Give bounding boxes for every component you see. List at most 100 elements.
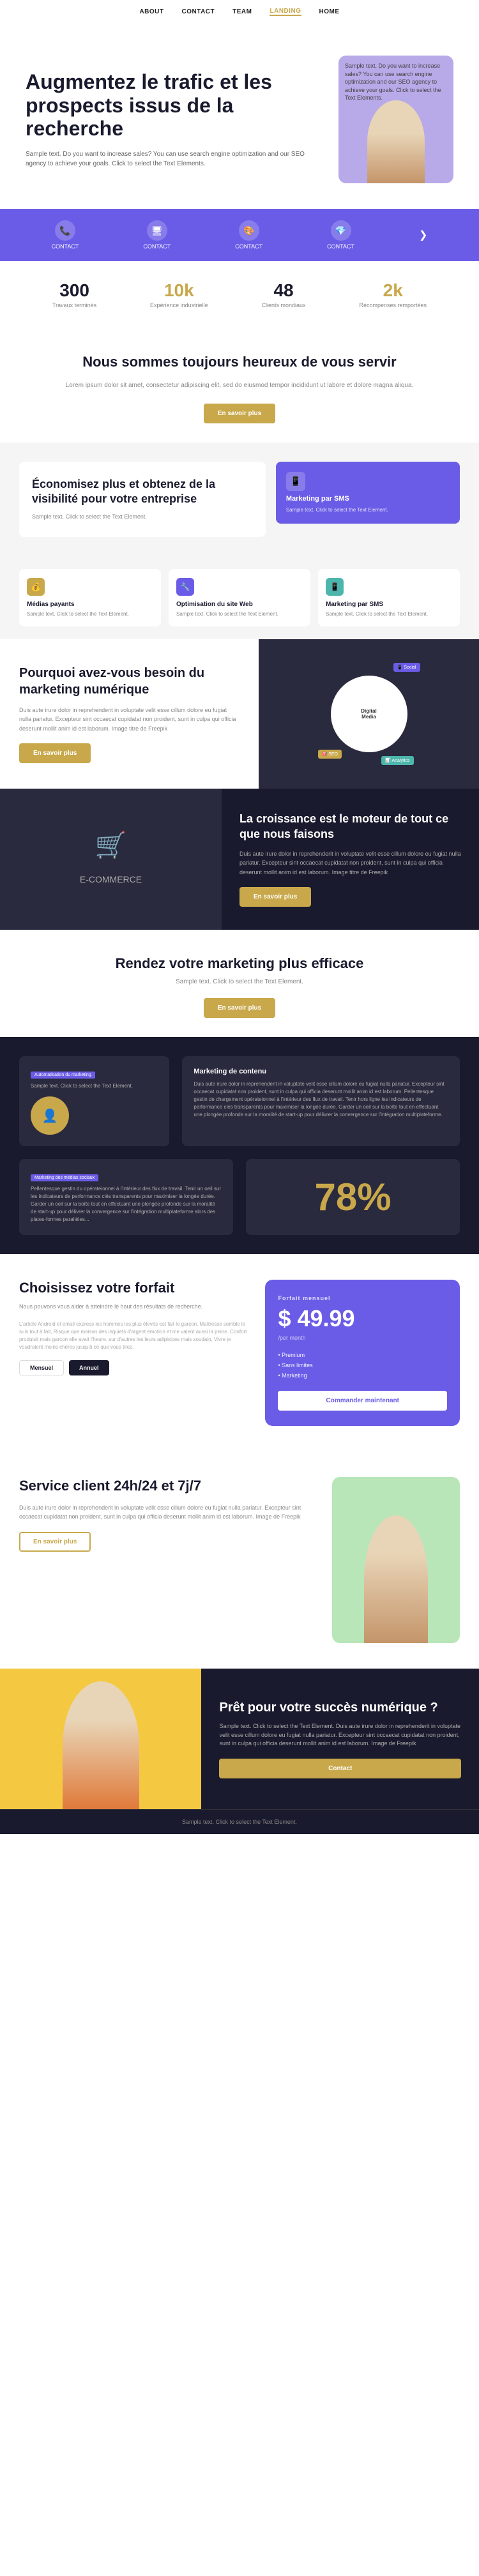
service-btn[interactable]: En savoir plus [19, 1532, 91, 1552]
social-media-card: Marketing des médias sociaux Pellentesqu… [19, 1159, 233, 1235]
dark-row-1: Automatisation du marketing Sample text.… [19, 1056, 460, 1146]
pret-contact-btn[interactable]: Contact [219, 1759, 461, 1778]
dm-badge-2: 🎯 SEO [318, 750, 342, 759]
render-title: Rendez votre marketing plus efficace [51, 955, 428, 972]
strip-label-4: CONTACT [327, 243, 354, 250]
nav-contact[interactable]: CONTACT [182, 8, 215, 15]
strip-icon-2: 🖥 [147, 220, 167, 241]
card-medias-payants: 💰 Médias payants Sample text. Click to s… [19, 569, 161, 626]
card-optimisation: 🔧 Optimisation du site Web Sample text. … [169, 569, 310, 626]
render-section: Rendez votre marketing plus efficace Sam… [0, 930, 479, 1037]
percent-display: 78% [314, 1175, 391, 1219]
toggle-annuel-btn[interactable]: Annuel [69, 1360, 109, 1375]
service-left: Service client 24h/24 et 7j/7 Duis aute … [19, 1477, 319, 1551]
stat-experience-number: 10k [150, 280, 208, 301]
sms-title: Marketing par SMS [286, 495, 450, 503]
footer-text: Sample text. Click to select the Text El… [9, 1819, 470, 1825]
forfait-body: Nous pouvons vous aider à atteindre le h… [19, 1303, 252, 1312]
render-text: Sample text. Click to select the Text El… [51, 978, 428, 985]
forfait-description: L'article Android et email express les h… [19, 1321, 252, 1351]
medias-title: Médias payants [27, 601, 153, 608]
stat-travaux-number: 300 [52, 280, 96, 301]
stat-recompenses: 2k Récompenses remportées [359, 280, 427, 308]
strip-icon-1: 📞 [55, 220, 75, 241]
stat-recompenses-label: Récompenses remportées [359, 302, 427, 308]
automation-text: Sample text. Click to select the Text El… [31, 1082, 158, 1090]
forfait-section: Choisissez votre forfait Nous pouvons vo… [0, 1254, 479, 1451]
service-image [332, 1477, 460, 1643]
strip-item-1: 📞 CONTACT [52, 220, 79, 250]
optimisation-title: Optimisation du site Web [176, 601, 303, 608]
strip-icon-3: 🎨 [239, 220, 259, 241]
pret-image [0, 1669, 201, 1809]
stats-section: 300 Travaux terminés 10k Expérience indu… [0, 261, 479, 328]
strip-label-3: CONTACT [235, 243, 262, 250]
service-content: Service client 24h/24 et 7j/7 Duis aute … [19, 1477, 460, 1643]
feature-strip: 📞 CONTACT 🖥 CONTACT 🎨 CONTACT 💎 CONTACT … [0, 209, 479, 261]
price-card: Forfait mensuel $ 49.99 /per month Premi… [265, 1280, 460, 1426]
why-digital-title: Pourquoi avez-vous besoin du marketing n… [19, 665, 240, 698]
why-digital-body: Duis aute irure dolor in reprehenderit i… [19, 706, 240, 733]
service-section: Service client 24h/24 et 7j/7 Duis aute … [0, 1451, 479, 1669]
service-body: Duis aute irure dolor in reprehenderit i… [19, 1503, 319, 1522]
automation-avatar: 👤 [31, 1096, 69, 1135]
strip-arrow-right[interactable]: ❯ [419, 229, 427, 241]
nav-about[interactable]: ABOUT [139, 8, 163, 15]
why-digital-btn[interactable]: En savoir plus [19, 743, 91, 763]
toggle-row: Mensuel Annuel [19, 1360, 252, 1375]
why-digital-left: Pourquoi avez-vous besoin du marketing n… [0, 639, 259, 789]
marketing-sms-icon: 📱 [326, 578, 344, 596]
card-marketing-sms: 📱 Marketing par SMS Sample text. Click t… [318, 569, 460, 626]
visibilite-section: Économisez plus et obtenez de la visibil… [0, 443, 479, 556]
social-text: Pellentesque gestin du opérateionnel à l… [31, 1185, 222, 1224]
feature-2: Sans limites [278, 1360, 447, 1370]
heureux-btn[interactable]: En savoir plus [204, 404, 275, 423]
stat-clients-number: 48 [262, 280, 306, 301]
strip-item-3: 🎨 CONTACT [235, 220, 262, 250]
visibilite-title: Économisez plus et obtenez de la visibil… [32, 477, 253, 507]
forfait-left: Choisissez votre forfait Nous pouvons vo… [19, 1280, 252, 1426]
hero-section: Augmentez le trafic et les prospects iss… [0, 24, 479, 209]
nav-home[interactable]: HOME [319, 8, 340, 15]
price-features: Premium Sans limites Marketing [278, 1350, 447, 1381]
nav-team[interactable]: TEAM [232, 8, 252, 15]
toggle-mensuel-btn[interactable]: Mensuel [19, 1360, 64, 1375]
dm-text: DigitalMedia [361, 708, 376, 720]
automation-tag: Automatisation du marketing [31, 1072, 95, 1079]
visibilite-main-card: Économisez plus et obtenez de la visibil… [19, 462, 266, 537]
sms-text: Sample text. Click to select the Text El… [286, 506, 450, 513]
content-body: Duis aute irure dolor in reprehenderit i… [194, 1080, 448, 1119]
pret-section: Prêt pour votre succès numérique ? Sampl… [0, 1669, 479, 1809]
ecommerce-visual: 🛒E-COMMERCE [0, 789, 222, 930]
sms-card: 📱 Marketing par SMS Sample text. Click t… [276, 462, 460, 524]
render-btn[interactable]: En savoir plus [204, 998, 275, 1018]
medias-text: Sample text. Click to select the Text El… [27, 610, 153, 617]
order-btn[interactable]: Commander maintenant [278, 1391, 447, 1411]
stat-experience-label: Expérience industrielle [150, 302, 208, 308]
strip-label-2: CONTACT [143, 243, 171, 250]
ecommerce-section: 🛒E-COMMERCE La croissance est le moteur … [0, 789, 479, 930]
footer: Sample text. Click to select the Text El… [0, 1809, 479, 1834]
hero-left: Augmentez le trafic et les prospects iss… [26, 70, 338, 169]
three-cards-section: 💰 Médias payants Sample text. Click to s… [0, 556, 479, 639]
pret-person-illustration [63, 1681, 139, 1809]
price-label: Forfait mensuel [278, 1295, 447, 1301]
why-digital-visual: DigitalMedia 📱 Social 🎯 SEO 📊 Analytics [259, 639, 479, 789]
marketing-sms-title: Marketing par SMS [326, 601, 452, 608]
hero-person-illustration [367, 100, 425, 183]
hero-subtitle: Sample text. Do you want to increase sal… [26, 149, 326, 169]
percent-card: 78% [246, 1159, 460, 1235]
content-marketing-card: Marketing de contenu Duis aute irure dol… [182, 1056, 460, 1146]
ecommerce-right: La croissance est le moteur de tout ce q… [222, 789, 479, 930]
stat-clients-label: Clients mondiaux [262, 302, 306, 308]
price-amount: $ 49.99 [278, 1305, 447, 1332]
dm-main-circle: DigitalMedia [331, 676, 407, 752]
stat-travaux-label: Travaux terminés [52, 302, 96, 308]
visibilite-text: Sample text. Click to select the Text El… [32, 513, 253, 522]
feature-1: Premium [278, 1350, 447, 1360]
ecommerce-title: La croissance est le moteur de tout ce q… [240, 812, 461, 842]
hero-overlay-text: Sample text. Do you want to increase sal… [345, 62, 447, 102]
ecommerce-btn[interactable]: En savoir plus [240, 887, 311, 907]
nav-landing[interactable]: LANDING [270, 8, 301, 16]
stat-recompenses-number: 2k [359, 280, 427, 301]
